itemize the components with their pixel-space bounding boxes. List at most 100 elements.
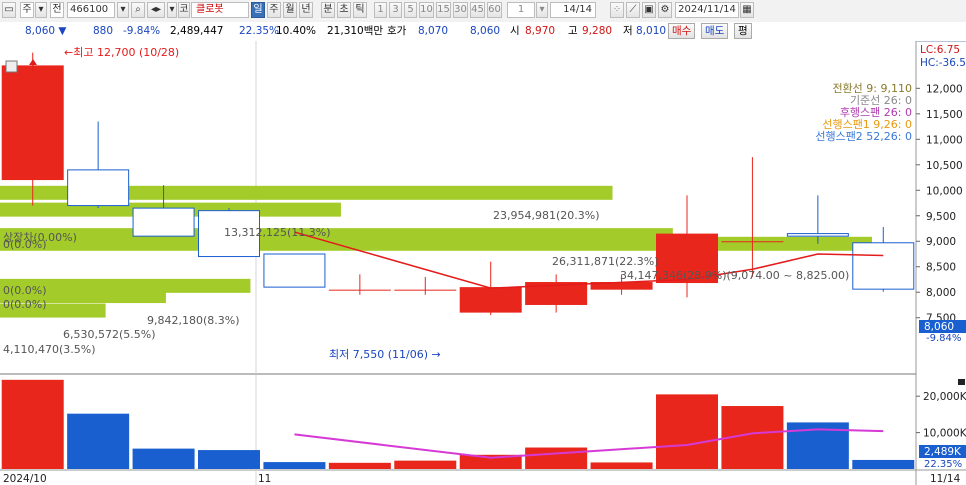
price-tick-label: 10,500 — [926, 160, 963, 172]
volume-tag-text: 2,489K — [924, 446, 962, 458]
minute-3[interactable]: 3 — [389, 2, 402, 18]
current-change-tag: -9.84% — [926, 333, 961, 344]
candle-body — [132, 207, 195, 237]
volume-bar — [328, 462, 391, 469]
volume-bar — [525, 447, 588, 469]
volume-bar — [198, 450, 260, 469]
turnover-pct: 22.35% — [239, 25, 280, 37]
gear-icon[interactable]: ⚙ — [658, 2, 672, 18]
tab-minute[interactable]: 분 — [321, 2, 335, 18]
market-dropdown-icon[interactable]: ▾ — [35, 2, 47, 18]
minute-10[interactable]: 10 — [419, 2, 434, 18]
profile-label: 9,842,180(8.3%) — [147, 314, 240, 327]
speaker-dropdown-icon[interactable]: ▾ — [167, 2, 177, 18]
eval-button[interactable]: 평 — [734, 23, 752, 39]
price-tick-label: 8,500 — [926, 262, 956, 274]
hoga-label: 호가 — [387, 25, 407, 37]
chart-grid-icon[interactable] — [5, 60, 18, 73]
price-tick-label: 12,000 — [926, 83, 963, 95]
stock-chart[interactable]: 12,000 11,500 11,000 10,500 10,000 9,500 9,000… — [0, 41, 966, 485]
price-tick-label: 8,000 — [926, 287, 956, 299]
high-label: 고 — [568, 25, 578, 37]
volume-bar — [852, 459, 915, 469]
interval-input[interactable]: 1 — [507, 2, 535, 18]
candle-body — [1, 65, 64, 181]
volume-bar — [132, 448, 195, 469]
toolbar: ▭ 주 ▾ 전 466100 ▾ ⌕ ◂▸ ▾ 코 클로봇 일 주 월 년 분 … — [0, 0, 966, 23]
price-tick-label: 10,000 — [926, 185, 963, 197]
volume-tick-label: 20,000K — [923, 391, 966, 403]
volume-bar — [1, 379, 64, 469]
page-counter: 14/14 — [550, 2, 596, 18]
tools-icon[interactable]: ⁘ — [610, 2, 624, 18]
profile-label: 4,110,470(3.5%) — [3, 343, 96, 356]
x-label: 2024/10 — [3, 473, 47, 485]
volume-bar — [590, 462, 653, 469]
lc-label: LC:6.75 — [920, 44, 960, 56]
volume-value: 2,489,447 — [170, 25, 224, 37]
candle-body — [459, 287, 522, 313]
open-price: 8,970 — [525, 25, 556, 37]
minute-45[interactable]: 45 — [470, 2, 485, 18]
price-change-pct: -9.84% — [123, 25, 161, 37]
save-icon[interactable]: ▣ — [642, 2, 656, 18]
candle-body — [328, 289, 391, 291]
volume-bar — [394, 460, 457, 469]
profile-bar — [0, 236, 872, 251]
price-axis: 12,000 11,500 11,000 10,500 10,000 9,500 9,000… — [916, 83, 963, 325]
chart-select[interactable]: 전 — [50, 2, 64, 18]
window-menu-icon[interactable]: ▭ — [2, 2, 16, 18]
profile-label: 34,147,346(28.9%)(9,074.00 ~ 8,825.00) — [620, 269, 849, 282]
minute-30[interactable]: 30 — [453, 2, 468, 18]
quote-bar: 8,060 ▼ 880 -9.84% 2,489,447 22.35% 10.4… — [0, 22, 966, 42]
date-field[interactable]: 2024/11/14 — [675, 2, 739, 18]
volume-tick-label: 10,000K — [923, 428, 966, 440]
code-dropdown-icon[interactable]: ▾ — [117, 2, 129, 18]
pane-menu-icon[interactable] — [958, 379, 965, 385]
search-icon[interactable]: ⌕ — [131, 2, 145, 18]
tab-second[interactable]: 초 — [337, 2, 351, 18]
profile-label: 0(0.0%) — [3, 298, 47, 311]
calendar-icon[interactable]: ▦ — [740, 2, 754, 18]
low-annotation: 최저 7,550 (11/06) → — [329, 348, 441, 361]
sell-button[interactable]: 매도 — [701, 23, 729, 39]
tab-year[interactable]: 년 — [299, 2, 313, 18]
volume-axis: 20,000K 10,000K — [916, 391, 966, 440]
market-select[interactable]: 주 — [20, 2, 34, 18]
open-label: 시 — [510, 25, 520, 37]
draw-line-icon[interactable]: ⟋ — [626, 2, 640, 18]
favorite-icon[interactable]: 코 — [178, 2, 190, 18]
minute-1[interactable]: 1 — [374, 2, 387, 18]
buy-button[interactable]: 매수 — [668, 23, 696, 39]
profile-label: 13,312,125(11.3%) — [224, 226, 331, 239]
speaker-icon[interactable]: ◂▸ — [147, 2, 165, 18]
profile-label: 23,954,981(20.3%) — [493, 209, 600, 222]
ratio-value: 10.40% — [276, 25, 317, 37]
interval-dropdown-icon[interactable]: ▾ — [536, 2, 548, 18]
candle-body — [394, 289, 457, 291]
legend-lead2: 선행스팬2 52,26: 0 — [815, 130, 912, 143]
low-label: 저 — [623, 25, 633, 37]
tab-week[interactable]: 주 — [267, 2, 281, 18]
profile-label: 0(0.0%) — [3, 284, 47, 297]
tab-month[interactable]: 월 — [283, 2, 297, 18]
minute-5[interactable]: 5 — [404, 2, 417, 18]
price-change: 880 — [93, 25, 114, 37]
high-price: 9,280 — [582, 25, 613, 37]
price-tick-label: 11,500 — [926, 109, 963, 121]
bid-price: 8,060 — [470, 25, 501, 37]
candle-body — [263, 253, 326, 288]
candle-body — [786, 233, 849, 237]
stock-code-input[interactable]: 466100 — [67, 2, 115, 18]
tab-tick[interactable]: 틱 — [353, 2, 367, 18]
volume-pct-tag: 22.35% — [924, 459, 962, 470]
hc-label: HC:-36.5 — [920, 57, 966, 69]
stock-name-field[interactable]: 클로봇 — [191, 2, 249, 18]
minute-15[interactable]: 15 — [436, 2, 451, 18]
current-price-tag-text: 8,060 — [924, 321, 954, 333]
volume-bar — [263, 462, 326, 469]
tab-day[interactable]: 일 — [251, 2, 265, 18]
low-price: 8,010 — [636, 25, 667, 37]
profile-label: 26,311,871(22.3%) — [552, 255, 659, 268]
minute-60[interactable]: 60 — [487, 2, 502, 18]
